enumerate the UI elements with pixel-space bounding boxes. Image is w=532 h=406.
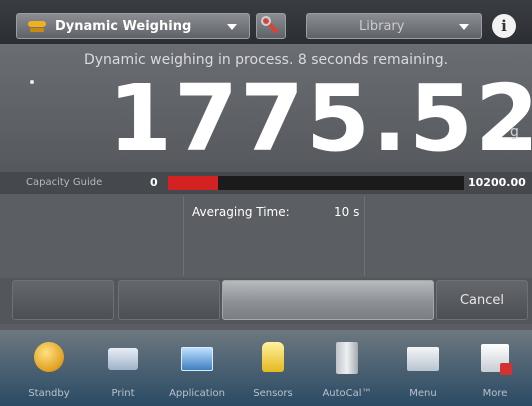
chevron-down-icon <box>459 24 469 30</box>
scale-icon <box>27 19 47 33</box>
capacity-min: 0 <box>150 176 158 189</box>
menu-icon <box>406 342 440 374</box>
standby-icon <box>32 342 66 374</box>
averaging-time-label: Averaging Time: <box>192 205 290 219</box>
nav-label: Print <box>111 388 135 399</box>
printer-icon <box>106 342 140 374</box>
application-dropdown[interactable]: Dynamic Weighing <box>16 13 250 39</box>
more-icon <box>478 342 512 375</box>
settings-wrench-button[interactable] <box>256 13 286 39</box>
weight-unit[interactable]: g <box>510 124 519 140</box>
capacity-bar-fill <box>168 176 218 190</box>
library-dropdown-label: Library <box>359 18 405 34</box>
nav-label: Application <box>169 388 225 399</box>
function-button-1[interactable] <box>12 280 114 320</box>
cancel-button[interactable]: Cancel <box>436 280 528 320</box>
nav-label: Menu <box>409 388 437 399</box>
library-dropdown[interactable]: Library <box>306 13 482 39</box>
averaging-time-value: 10 s <box>334 205 360 219</box>
progress-button[interactable] <box>222 280 434 320</box>
nav-menu[interactable]: Menu <box>390 338 456 402</box>
nav-label: AutoCal™ <box>322 388 372 399</box>
application-dropdown-label: Dynamic Weighing <box>55 18 192 34</box>
capacity-max: 10200.00 <box>468 176 526 189</box>
chevron-down-icon <box>227 24 237 30</box>
column-divider <box>364 196 365 276</box>
info-button[interactable]: i <box>492 14 516 38</box>
nav-standby[interactable]: Standby <box>16 338 82 402</box>
autocal-icon <box>330 342 364 374</box>
nav-application[interactable]: Application <box>164 338 230 402</box>
nav-label: Sensors <box>253 388 293 399</box>
nav-more[interactable]: More <box>462 338 528 402</box>
capacity-guide-label: Capacity Guide <box>26 177 103 188</box>
info-icon: i <box>501 17 507 35</box>
stability-indicator <box>30 80 34 84</box>
function-button-2[interactable] <box>118 280 220 320</box>
weight-value: 1775.52 <box>108 65 532 172</box>
sensors-icon <box>256 342 290 374</box>
application-icon <box>180 342 214 374</box>
column-divider <box>183 196 184 276</box>
nav-label: Standby <box>28 388 70 399</box>
nav-label: More <box>482 388 508 399</box>
wrench-icon <box>261 16 278 33</box>
nav-sensors[interactable]: Sensors <box>240 338 306 402</box>
nav-print[interactable]: Print <box>90 338 156 402</box>
nav-autocal[interactable]: AutoCal™ <box>314 338 380 402</box>
